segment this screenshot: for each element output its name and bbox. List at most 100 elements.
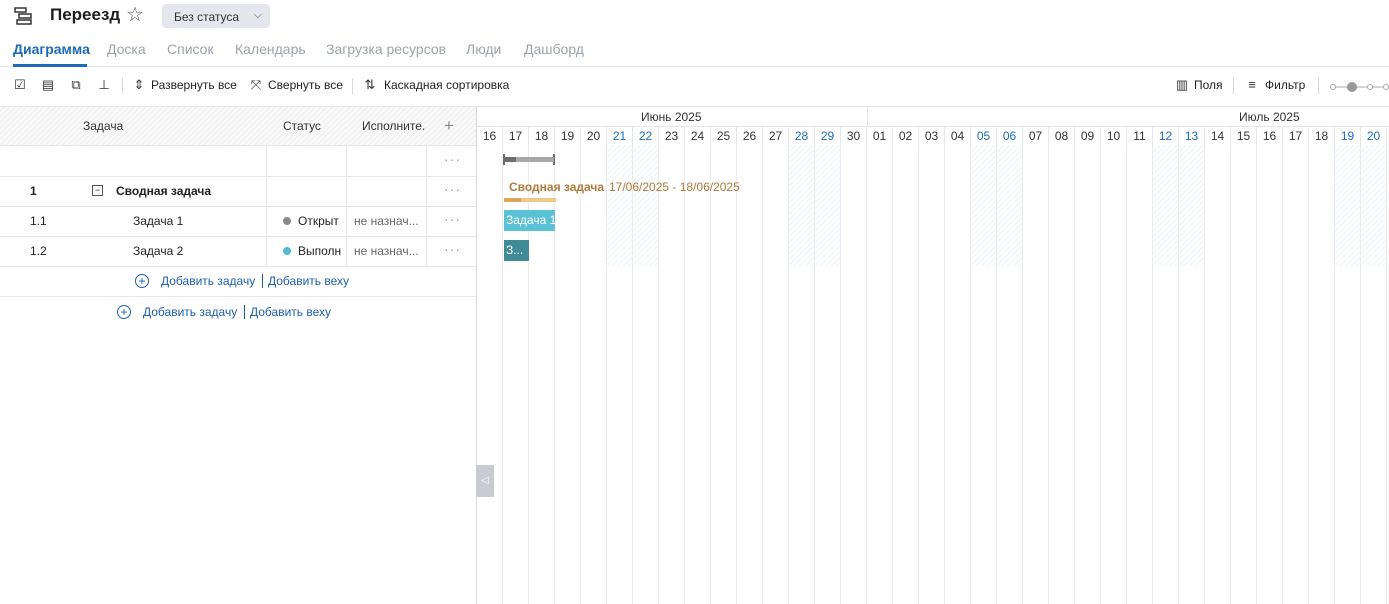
- day-column: [1179, 266, 1205, 604]
- day-column: [659, 145, 685, 604]
- cell: [0, 146, 267, 176]
- star-icon[interactable]: ☆: [126, 5, 144, 25]
- status-badge: Открыт: [298, 214, 339, 228]
- day-column: [1283, 145, 1309, 604]
- summary-bar-label[interactable]: Сводная задача: [509, 180, 604, 194]
- fields-button[interactable]: Поля: [1194, 78, 1223, 92]
- summary-bar[interactable]: [504, 198, 556, 202]
- day-label: 27: [763, 127, 789, 145]
- status-dot-icon: [283, 217, 291, 225]
- weekend-column: [997, 145, 1023, 266]
- table-row[interactable]: 1.1 Задача 1 Открыт не назнач... ···: [0, 206, 476, 237]
- tab-diagram[interactable]: Диаграмма: [13, 41, 90, 57]
- day-label: 04: [945, 127, 971, 145]
- day-label: 20: [1361, 127, 1387, 145]
- weekend-column: [1179, 145, 1205, 266]
- cell: [346, 146, 427, 176]
- toolbar-divider: [1318, 78, 1319, 94]
- toolbar-divider: [122, 78, 123, 94]
- day-column: [1361, 266, 1387, 604]
- collapse-panel-handle[interactable]: ◁: [476, 465, 494, 497]
- status-dropdown[interactable]: Без статуса ⌵: [162, 4, 270, 28]
- weekend-column: [789, 145, 815, 266]
- day-column: [555, 145, 581, 604]
- collapse-all-button[interactable]: Свернуть все: [268, 78, 343, 92]
- cell[interactable]: Открыт: [266, 206, 347, 236]
- column-header-assignee[interactable]: Исполните...: [346, 107, 432, 146]
- day-label: 19: [555, 127, 581, 145]
- row-menu-icon[interactable]: ···: [444, 151, 461, 167]
- checkbox-icon[interactable]: ☑: [12, 77, 28, 93]
- day-column: [1023, 145, 1049, 604]
- cell[interactable]: Выполн: [266, 236, 347, 266]
- day-label: 12: [1153, 127, 1179, 145]
- day-column: [477, 145, 503, 604]
- zoom-slider[interactable]: [1330, 80, 1389, 92]
- column-header-status[interactable]: Статус: [266, 107, 347, 146]
- day-column: [1335, 266, 1361, 604]
- day-label: 18: [529, 127, 555, 145]
- tab-resources[interactable]: Загрузка ресурсов: [326, 41, 446, 57]
- column-header-task[interactable]: Задача: [0, 107, 267, 146]
- day-label: 05: [971, 127, 997, 145]
- day-column: [1075, 145, 1101, 604]
- day-column: [841, 145, 867, 604]
- add-milestone-link[interactable]: Добавить веху: [250, 305, 331, 319]
- weekend-column: [1335, 145, 1361, 266]
- task-bar[interactable]: Задача 1: [504, 210, 555, 231]
- baseline-icon[interactable]: ⊥: [96, 77, 112, 93]
- expand-all-button[interactable]: Развернуть все: [151, 78, 237, 92]
- tab-list[interactable]: Список: [167, 41, 214, 57]
- chevron-down-icon: ⌵: [253, 9, 262, 21]
- tab-dashboard[interactable]: Дашборд: [524, 41, 584, 57]
- expand-icon: ⇕: [133, 77, 145, 92]
- task-name[interactable]: Задача 2: [133, 244, 183, 258]
- add-circle-icon[interactable]: +: [117, 305, 131, 319]
- cell[interactable]: не назнач...: [346, 206, 427, 236]
- weekend-column: [971, 145, 997, 266]
- row-menu-icon[interactable]: ···: [444, 181, 461, 197]
- add-column-button[interactable]: +: [426, 107, 476, 146]
- add-task-link[interactable]: Добавить задачу: [161, 274, 255, 288]
- day-label: 17: [1283, 127, 1309, 145]
- day-label: 24: [685, 127, 711, 145]
- summary-bar-progress: [504, 198, 521, 202]
- table-row[interactable]: 1 − Сводная задача ···: [0, 176, 476, 207]
- collapse-row-icon[interactable]: −: [92, 185, 103, 196]
- calendar-task-icon[interactable]: ▤: [40, 77, 56, 93]
- day-column: [763, 145, 789, 604]
- cell: [266, 146, 347, 176]
- day-label: 03: [919, 127, 945, 145]
- assignee: не назнач...: [354, 214, 419, 228]
- day-label: 11: [1127, 127, 1153, 145]
- task-name[interactable]: Сводная задача: [116, 184, 211, 198]
- filter-button[interactable]: Фильтр: [1265, 78, 1305, 92]
- day-column: [685, 145, 711, 604]
- cascade-sort-button[interactable]: Каскадная сортировка: [384, 78, 509, 92]
- add-milestone-link[interactable]: Добавить веху: [268, 274, 349, 288]
- row-number: 1.2: [30, 244, 47, 258]
- tab-calendar[interactable]: Календарь: [235, 41, 306, 57]
- add-circle-icon[interactable]: +: [135, 274, 149, 288]
- hierarchy-icon[interactable]: ⧉: [68, 77, 84, 93]
- link-divider: [262, 274, 263, 288]
- summary-progress-bar[interactable]: [503, 154, 555, 165]
- cell: 1.1 Задача 1: [0, 206, 267, 236]
- add-subtask-row: + Добавить задачу Добавить веху: [0, 266, 476, 297]
- row-menu-icon[interactable]: ···: [444, 241, 461, 257]
- column-header-status-label: Статус: [283, 119, 321, 133]
- day-column: [737, 145, 763, 604]
- add-task-link[interactable]: Добавить задачу: [143, 305, 237, 319]
- bar-remaining: [516, 157, 554, 162]
- cell[interactable]: не назнач...: [346, 236, 427, 266]
- view-tabs: Диаграмма Доска Список Календарь Загрузк…: [0, 38, 1389, 67]
- day-column: [711, 145, 737, 604]
- row-menu-icon[interactable]: ···: [444, 211, 461, 227]
- page-header: Переезд ☆ Без статуса ⌵: [0, 0, 1389, 32]
- weekend-column: [1361, 145, 1387, 266]
- tab-people[interactable]: Люди: [466, 41, 501, 57]
- task-bar[interactable]: З...: [504, 240, 529, 261]
- table-row[interactable]: 1.2 Задача 2 Выполн не назнач... ···: [0, 236, 476, 267]
- tab-board[interactable]: Доска: [107, 41, 146, 57]
- task-name[interactable]: Задача 1: [133, 214, 183, 228]
